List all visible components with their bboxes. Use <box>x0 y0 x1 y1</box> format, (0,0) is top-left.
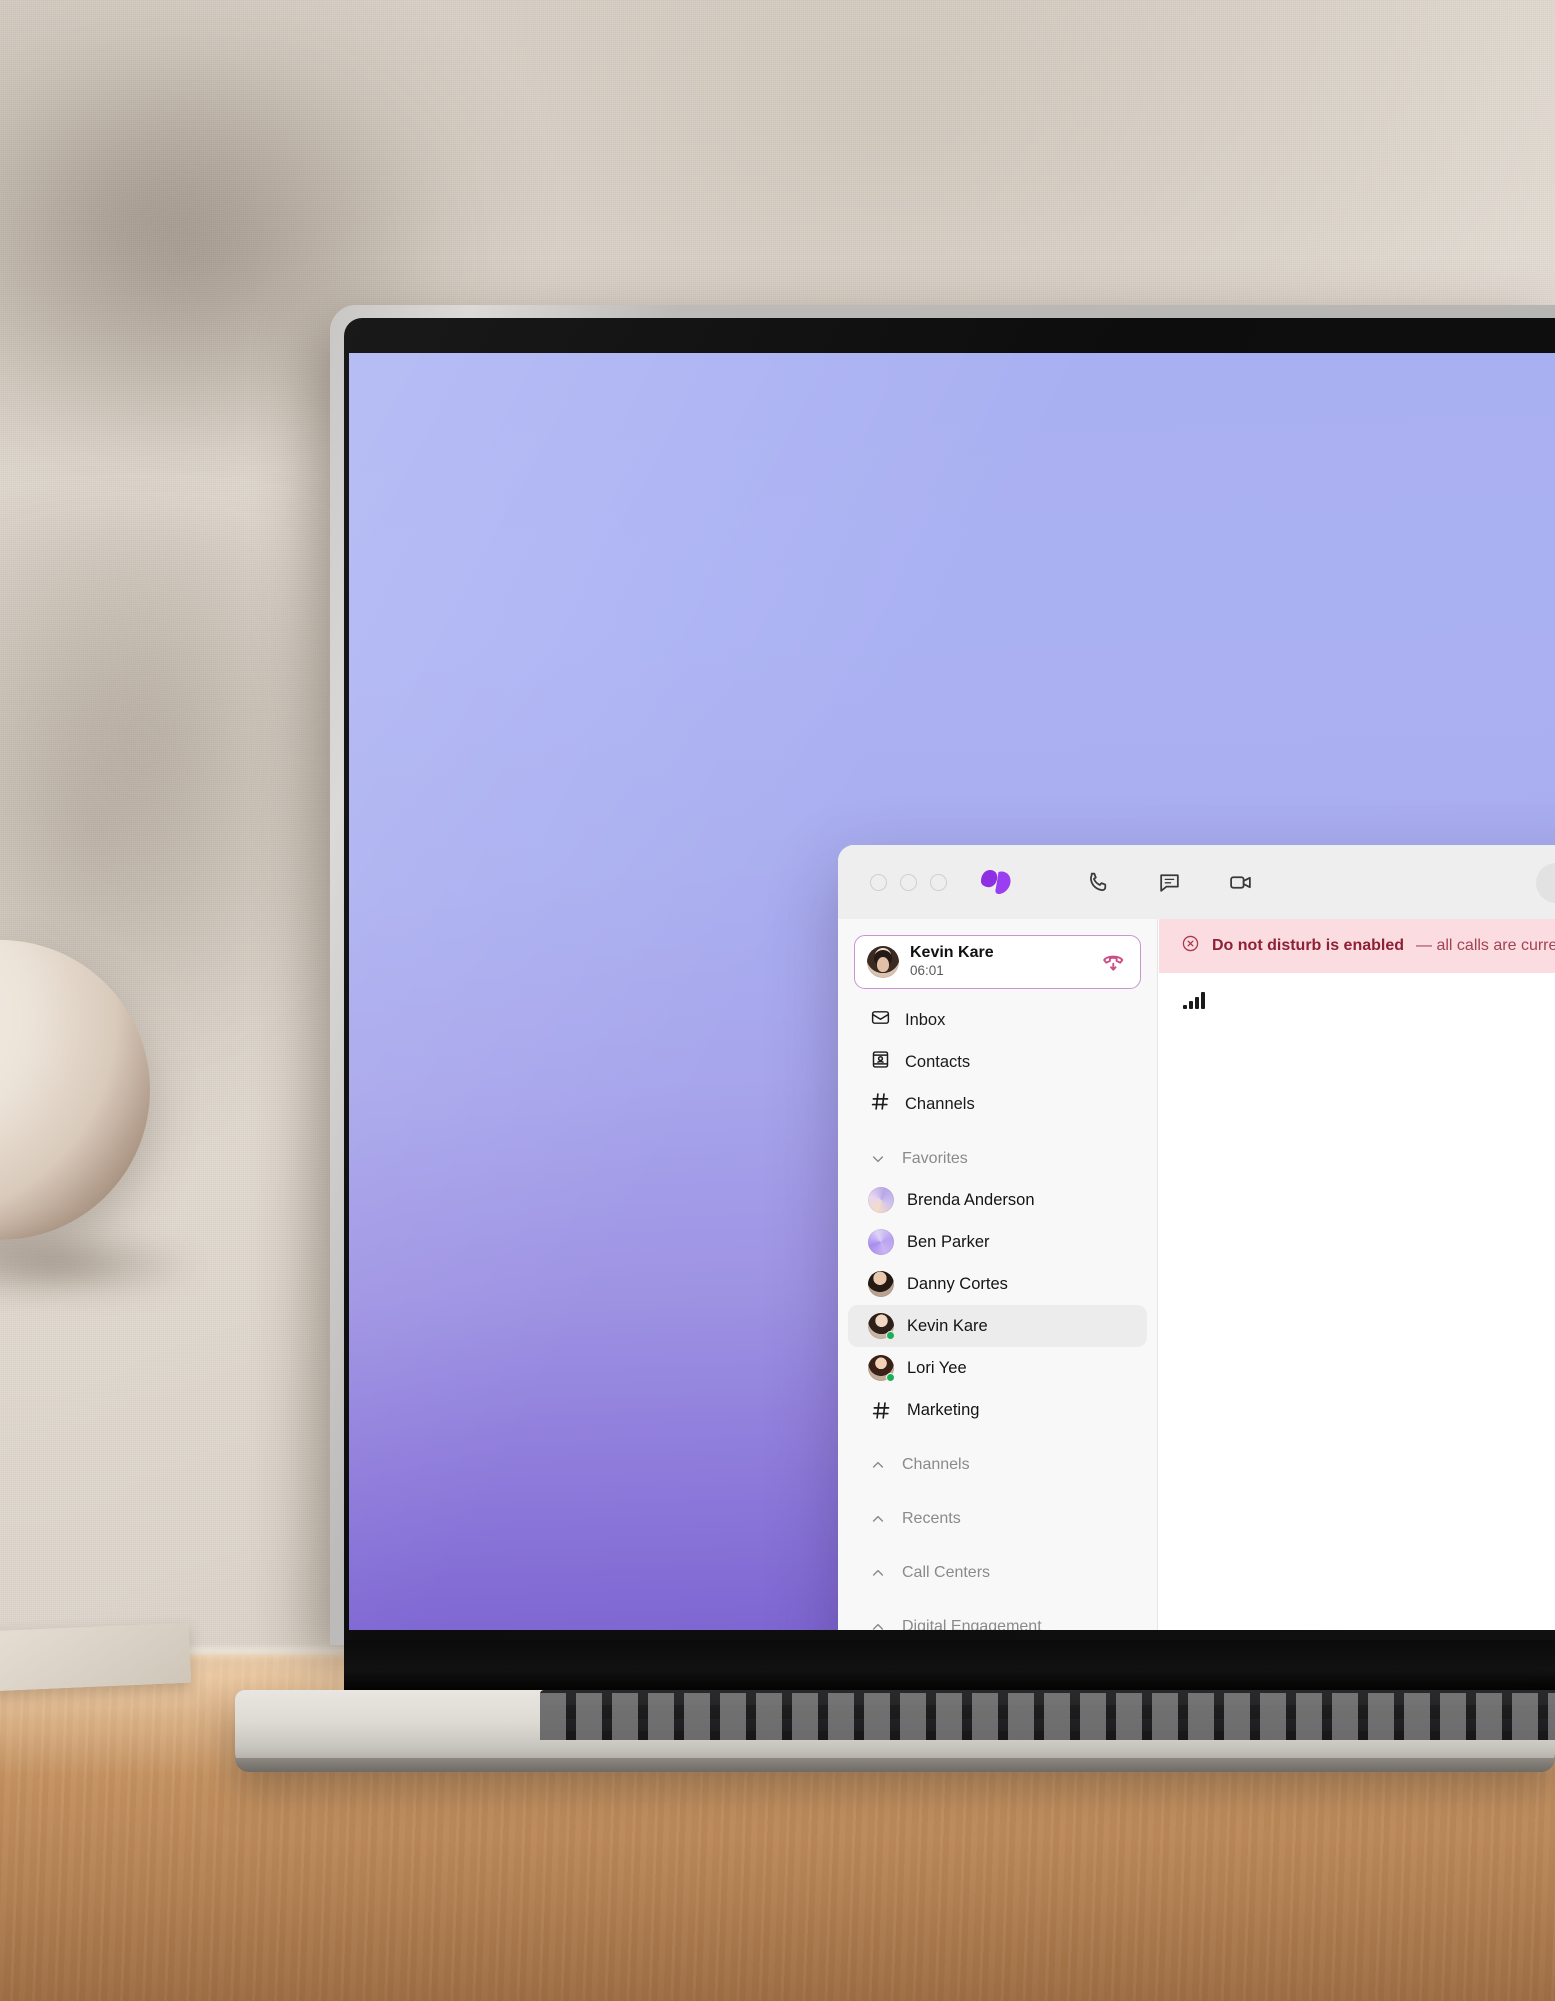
active-call-card[interactable]: Kevin Kare 06:01 <box>854 935 1141 989</box>
sidebar-item-channels[interactable]: Channels <box>848 1083 1147 1125</box>
online-status-dot <box>886 1373 895 1382</box>
sidebar-item-label: Channels <box>905 1094 975 1113</box>
list-item[interactable]: Ben Parker <box>848 1221 1147 1263</box>
hangup-icon[interactable] <box>1100 946 1127 978</box>
section-label: Recents <box>902 1510 961 1527</box>
chevron-up-icon <box>870 1619 886 1630</box>
sidebar-item-label: Inbox <box>905 1010 946 1029</box>
avatar <box>868 1313 895 1340</box>
chevron-up-icon <box>870 1511 886 1527</box>
section-label: Digital Engagement <box>902 1618 1042 1630</box>
close-window-button[interactable] <box>870 873 887 891</box>
titlebar-action-icons[interactable] <box>1086 870 1253 895</box>
avatar <box>868 1355 895 1382</box>
active-call-panel: Enabled Kevin Kare 555-567-5300 01:28 <box>1159 1015 1555 1630</box>
section-channels[interactable]: Channels <box>848 1445 1147 1485</box>
main-panel: Do not disturb is enabled — all calls ar… <box>1159 919 1555 1630</box>
section-label: Call Centers <box>902 1564 991 1581</box>
active-call-duration: 06:01 <box>910 963 944 979</box>
section-label: Favorites <box>902 1150 968 1167</box>
search-container[interactable] <box>1536 863 1555 903</box>
caller-name: Kevin Kare <box>1159 1419 1555 1457</box>
list-item-selected[interactable]: Kevin Kare <box>848 1305 1147 1347</box>
video-icon[interactable] <box>1228 870 1253 895</box>
section-label: Channels <box>902 1456 970 1473</box>
error-circle-icon <box>1181 934 1200 958</box>
sidebar: Kevin Kare 06:01 Inbox Contacts Channels… <box>838 919 1158 1630</box>
app-titlebar <box>838 845 1555 919</box>
avatar <box>867 946 899 978</box>
paper-on-desk <box>0 1622 192 1694</box>
signal-bars-icon <box>1183 989 1205 1009</box>
sidebar-item-contacts[interactable]: Contacts <box>848 1041 1147 1083</box>
laptop-keyboard <box>540 1690 1555 1740</box>
message-icon[interactable] <box>1157 870 1182 895</box>
dnd-banner-strong: Do not disturb is enabled <box>1212 937 1405 954</box>
section-recents[interactable]: Recents <box>848 1499 1147 1539</box>
list-item-label: Kevin Kare <box>907 1316 988 1335</box>
online-status-dot <box>886 1331 895 1340</box>
minimize-window-button[interactable] <box>900 873 917 891</box>
section-call-centers[interactable]: Call Centers <box>848 1553 1147 1593</box>
sidebar-item-label: Contacts <box>905 1052 971 1071</box>
laptop-base-lip <box>235 1758 1555 1772</box>
hash-icon <box>868 1400 894 1421</box>
laptop-hinge <box>344 1640 1555 1692</box>
search-box[interactable] <box>1536 863 1555 903</box>
active-call-name: Kevin Kare <box>910 944 994 962</box>
hash-icon <box>870 1091 891 1117</box>
avatar <box>868 1271 894 1297</box>
list-item[interactable]: Danny Cortes <box>848 1263 1147 1305</box>
dnd-banner: Do not disturb is enabled — all calls ar… <box>1159 919 1555 973</box>
chevron-down-icon <box>870 1151 886 1167</box>
contacts-icon <box>870 1049 891 1075</box>
maximize-window-button[interactable] <box>930 873 947 891</box>
dnd-banner-text: — all calls are currently being forwarde… <box>1416 937 1555 954</box>
list-item-label: Brenda Anderson <box>907 1190 1035 1209</box>
active-call-info: Kevin Kare 06:01 <box>910 944 994 979</box>
list-item-label: Marketing <box>907 1400 980 1419</box>
list-item-label: Ben Parker <box>907 1232 990 1251</box>
inbox-icon <box>870 1007 891 1033</box>
window-traffic-lights[interactable] <box>870 873 947 891</box>
dialpad-logo-icon <box>978 867 1014 897</box>
list-item-label: Danny Cortes <box>907 1274 1008 1293</box>
chevron-up-icon <box>870 1565 886 1581</box>
list-item[interactable]: Brenda Anderson <box>848 1179 1147 1221</box>
sidebar-nav: Inbox Contacts Channels <box>838 999 1157 1125</box>
section-digital-engagement[interactable]: Digital Engagement <box>848 1607 1147 1630</box>
avatar <box>868 1229 894 1255</box>
phone-icon[interactable] <box>1086 870 1111 895</box>
caller-phone-number: 555-567-5300 <box>1159 1467 1555 1493</box>
laptop-screen: Kevin Kare 06:01 Inbox Contacts Channels… <box>349 353 1555 1630</box>
avatar <box>868 1187 894 1213</box>
sidebar-item-inbox[interactable]: Inbox <box>848 999 1147 1041</box>
section-favorites[interactable]: Favorites <box>848 1139 1147 1179</box>
photo-scene: Kevin Kare 06:01 Inbox Contacts Channels… <box>0 0 1555 2001</box>
list-item-label: Lori Yee <box>907 1358 967 1377</box>
list-item[interactable]: Lori Yee <box>848 1347 1147 1389</box>
chevron-up-icon <box>870 1457 886 1473</box>
list-item-channel[interactable]: Marketing <box>848 1389 1147 1431</box>
dialpad-app-window: Kevin Kare 06:01 Inbox Contacts Channels… <box>838 845 1555 1630</box>
